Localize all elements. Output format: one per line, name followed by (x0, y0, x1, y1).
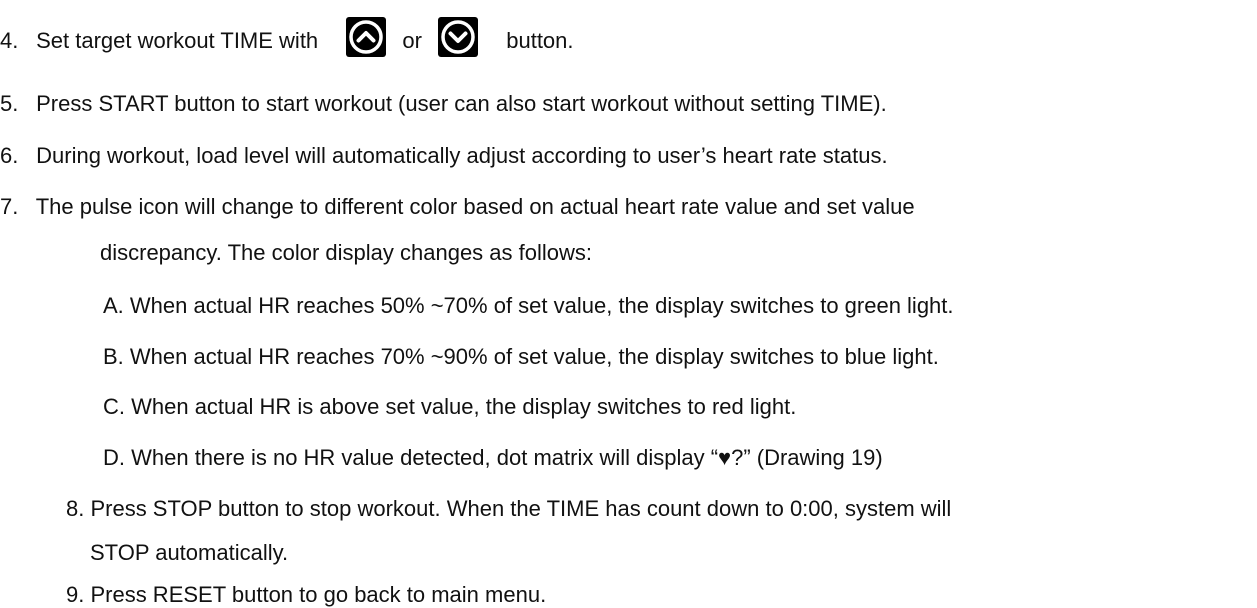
sub-item-d: D. When there is no HR value detected, d… (103, 445, 883, 470)
step-8-continuation: STOP automatically. (90, 540, 289, 565)
step-text: During workout, load level will automati… (36, 143, 888, 168)
step-7-continuation: discrepancy. The color display changes a… (100, 240, 592, 265)
sub-item-c: C. When actual HR is above set value, th… (103, 394, 797, 419)
step-text: Set target workout TIME with (36, 27, 319, 53)
chevron-up-circle-icon (346, 17, 387, 57)
step-text: Press START button to start workout (use… (36, 91, 887, 116)
sub-item-a: A. When actual HR reaches 50% ~70% of se… (103, 293, 954, 318)
step-6: 6. During workout, load level will autom… (0, 143, 888, 169)
step-text-after: button. (506, 27, 574, 53)
chevron-down-circle-icon (438, 17, 479, 57)
step-5: 5. Press START button to start workout (… (0, 91, 887, 117)
step-number: 4. (0, 27, 19, 53)
step-number: 6. (0, 143, 19, 168)
step-9: 9. Press RESET button to go back to main… (66, 582, 547, 607)
step-4: 4. Set target workout TIME with or butto… (0, 17, 574, 62)
sub-item-b: B. When actual HR reaches 70% ~90% of se… (103, 344, 939, 369)
step-text-or: or (402, 27, 422, 53)
step-number: 7. (0, 194, 19, 219)
step-number: 5. (0, 91, 19, 116)
step-text: The pulse icon will change to different … (35, 194, 915, 219)
step-7: 7. The pulse icon will change to differe… (0, 194, 915, 220)
manual-page: 4. Set target workout TIME with or butto… (0, 0, 1257, 607)
step-8: 8. Press STOP button to stop workout. Wh… (66, 496, 952, 521)
